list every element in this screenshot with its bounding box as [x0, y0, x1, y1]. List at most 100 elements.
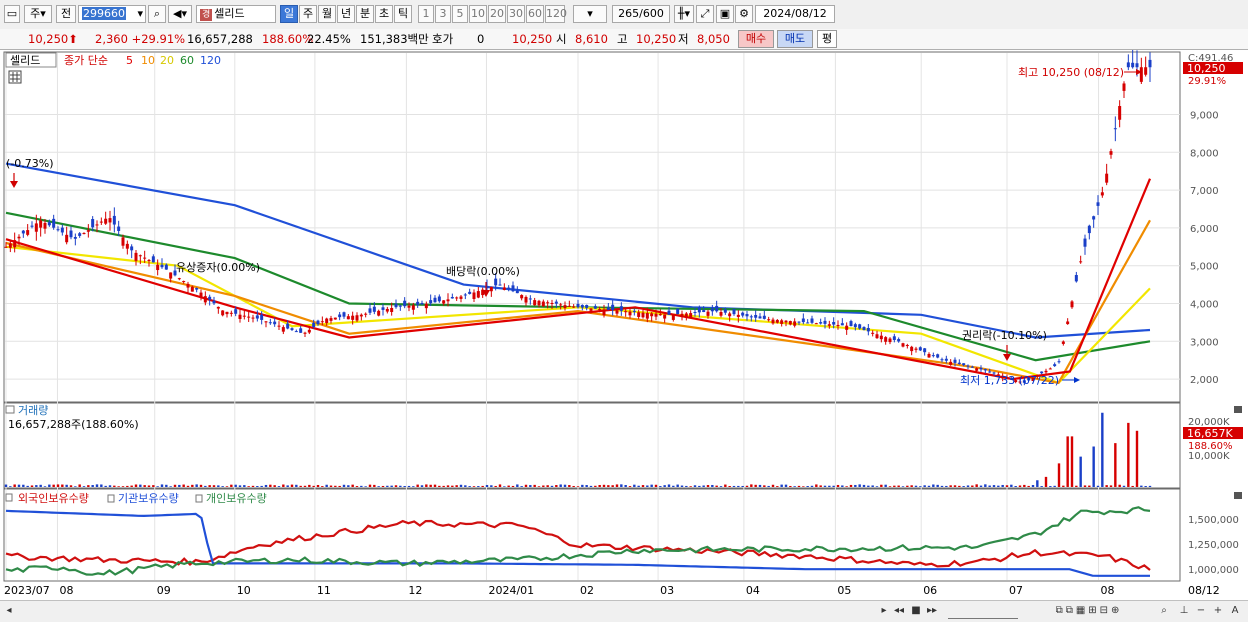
volume-bar: [728, 486, 731, 487]
eval-button[interactable]: 평: [817, 30, 837, 48]
volume-bar: [1053, 485, 1056, 487]
count-field[interactable]: 265/600: [612, 5, 670, 23]
search-icon[interactable]: ⌕: [148, 5, 166, 23]
interval-button-4[interactable]: 20: [488, 5, 506, 23]
candle-body: [329, 318, 333, 321]
candle-body: [840, 323, 844, 326]
volume-bar: [966, 485, 970, 487]
period-select[interactable]: 주▾: [24, 5, 52, 23]
candle-body: [463, 294, 467, 296]
zoom-slider[interactable]: [948, 604, 1018, 619]
scroll-left-icon[interactable]: ◂: [4, 604, 14, 618]
interval-custom-select[interactable]: ▾: [573, 5, 607, 23]
period-tab-0[interactable]: 일: [280, 5, 298, 23]
gear-icon[interactable]: ⚙: [735, 5, 753, 23]
volume-bar: [295, 484, 298, 487]
interval-button-0[interactable]: 1: [418, 5, 434, 23]
volume-bar: [494, 485, 497, 487]
interval-button-1[interactable]: 3: [435, 5, 451, 23]
period-tab-4[interactable]: 분: [356, 5, 374, 23]
stock-name-field[interactable]: 경 셀리드: [196, 5, 276, 23]
volume-title: 거래량: [18, 404, 48, 417]
candle-body: [918, 347, 922, 351]
volume-bar: [329, 485, 333, 487]
volume-bar: [797, 485, 801, 487]
play-icon[interactable]: ▸: [878, 604, 890, 618]
volume-bar: [1066, 436, 1069, 487]
candle-body: [476, 291, 480, 298]
rewind-icon[interactable]: ◂◂: [893, 604, 905, 618]
volume-bar: [438, 485, 441, 487]
stop-icon[interactable]: ■: [910, 604, 922, 618]
volume-bar: [251, 485, 255, 487]
candle-body: [771, 319, 775, 324]
minus-icon[interactable]: −: [1195, 604, 1207, 618]
volume-bar: [1014, 485, 1017, 487]
plus-icon[interactable]: +: [1212, 604, 1224, 618]
price-tick-0: 9,000: [1190, 110, 1219, 121]
save-icon[interactable]: ▣: [716, 5, 734, 23]
volume-bar: [100, 484, 103, 487]
volume-bar: [958, 485, 961, 487]
candle-body: [368, 308, 372, 313]
sell-button[interactable]: 매도: [777, 30, 813, 48]
candle-body: [442, 300, 446, 304]
period-tab-1[interactable]: 주: [299, 5, 317, 23]
stock-code-input[interactable]: 299660 ▾: [78, 5, 146, 23]
volume-bar: [923, 485, 926, 487]
volume-bar: [529, 485, 532, 487]
interval-button-2[interactable]: 5: [452, 5, 468, 23]
current-pct-tag: 29.91%: [1188, 76, 1226, 87]
search-zoom-icon[interactable]: ⌕: [1158, 604, 1170, 618]
candle-body: [177, 278, 181, 280]
candle-body: [377, 310, 381, 316]
candle-body: [489, 286, 493, 292]
date-field[interactable]: 2024/08/12: [755, 5, 835, 23]
x-axis-right-label: 08/12: [1188, 584, 1220, 597]
candle-body: [710, 308, 714, 312]
period-tab-5[interactable]: 초: [375, 5, 393, 23]
x-label-13: 08: [1101, 584, 1115, 597]
volume-bar: [676, 484, 679, 487]
period-tab-6[interactable]: 틱: [394, 5, 412, 23]
period-tab-3[interactable]: 년: [337, 5, 355, 23]
period-tab-2[interactable]: 월: [318, 5, 336, 23]
volume-bar: [30, 485, 34, 487]
stock-chart-svg[interactable]: 셀리드 종가 단순 5 10 20 60 120 (-0.73%) 유상증자(0…: [0, 48, 1248, 600]
interval-button-6[interactable]: 60: [526, 5, 544, 23]
speaker-icon[interactable]: ◀▾: [168, 5, 192, 23]
volume-bar: [719, 486, 723, 487]
volume-bar: [901, 486, 905, 487]
candle-body: [424, 303, 428, 309]
pin-icon[interactable]: ⊥: [1178, 604, 1190, 618]
volume-bar: [680, 485, 684, 487]
volume-bar: [173, 484, 177, 487]
window-menu-icon[interactable]: ▭: [4, 5, 20, 23]
candle-body: [455, 297, 459, 299]
interval-button-7[interactable]: 120: [545, 5, 567, 23]
fast-forward-icon[interactable]: ▸▸: [926, 604, 938, 618]
bottom-scrollbar[interactable]: ◂ ▸ ◂◂ ■ ▸▸ ⧉⧉▦⊞⊟⊕ ⌕ ⊥ − + A: [0, 600, 1248, 622]
volume-bar: [815, 484, 818, 487]
chart-area[interactable]: 셀리드 종가 단순 5 10 20 60 120 (-0.73%) 유상증자(0…: [0, 48, 1248, 600]
candle-body: [611, 304, 615, 311]
font-size-icon[interactable]: A: [1228, 604, 1242, 618]
chart-tool-icons[interactable]: ⧉⧉▦⊞⊟⊕: [1024, 604, 1154, 618]
x-label-8: 03: [660, 584, 674, 597]
interval-button-3[interactable]: 10: [469, 5, 487, 23]
volume-bar: [186, 485, 190, 487]
line-tool-icon[interactable]: ⤢: [696, 5, 714, 23]
buy-button[interactable]: 매수: [738, 30, 774, 48]
volume-bar: [906, 485, 909, 487]
volume-bar: [637, 485, 640, 487]
candle-body: [147, 260, 151, 262]
candle-body: [1109, 151, 1113, 155]
interval-button-5[interactable]: 30: [507, 5, 525, 23]
candle-type-icon[interactable]: ╫▾: [674, 5, 694, 23]
candle-body: [619, 306, 623, 311]
prev-button[interactable]: 전: [56, 5, 76, 23]
candle-body: [164, 264, 168, 270]
candle-body: [507, 287, 511, 290]
candle-body: [268, 322, 272, 324]
candle-body: [923, 348, 927, 353]
